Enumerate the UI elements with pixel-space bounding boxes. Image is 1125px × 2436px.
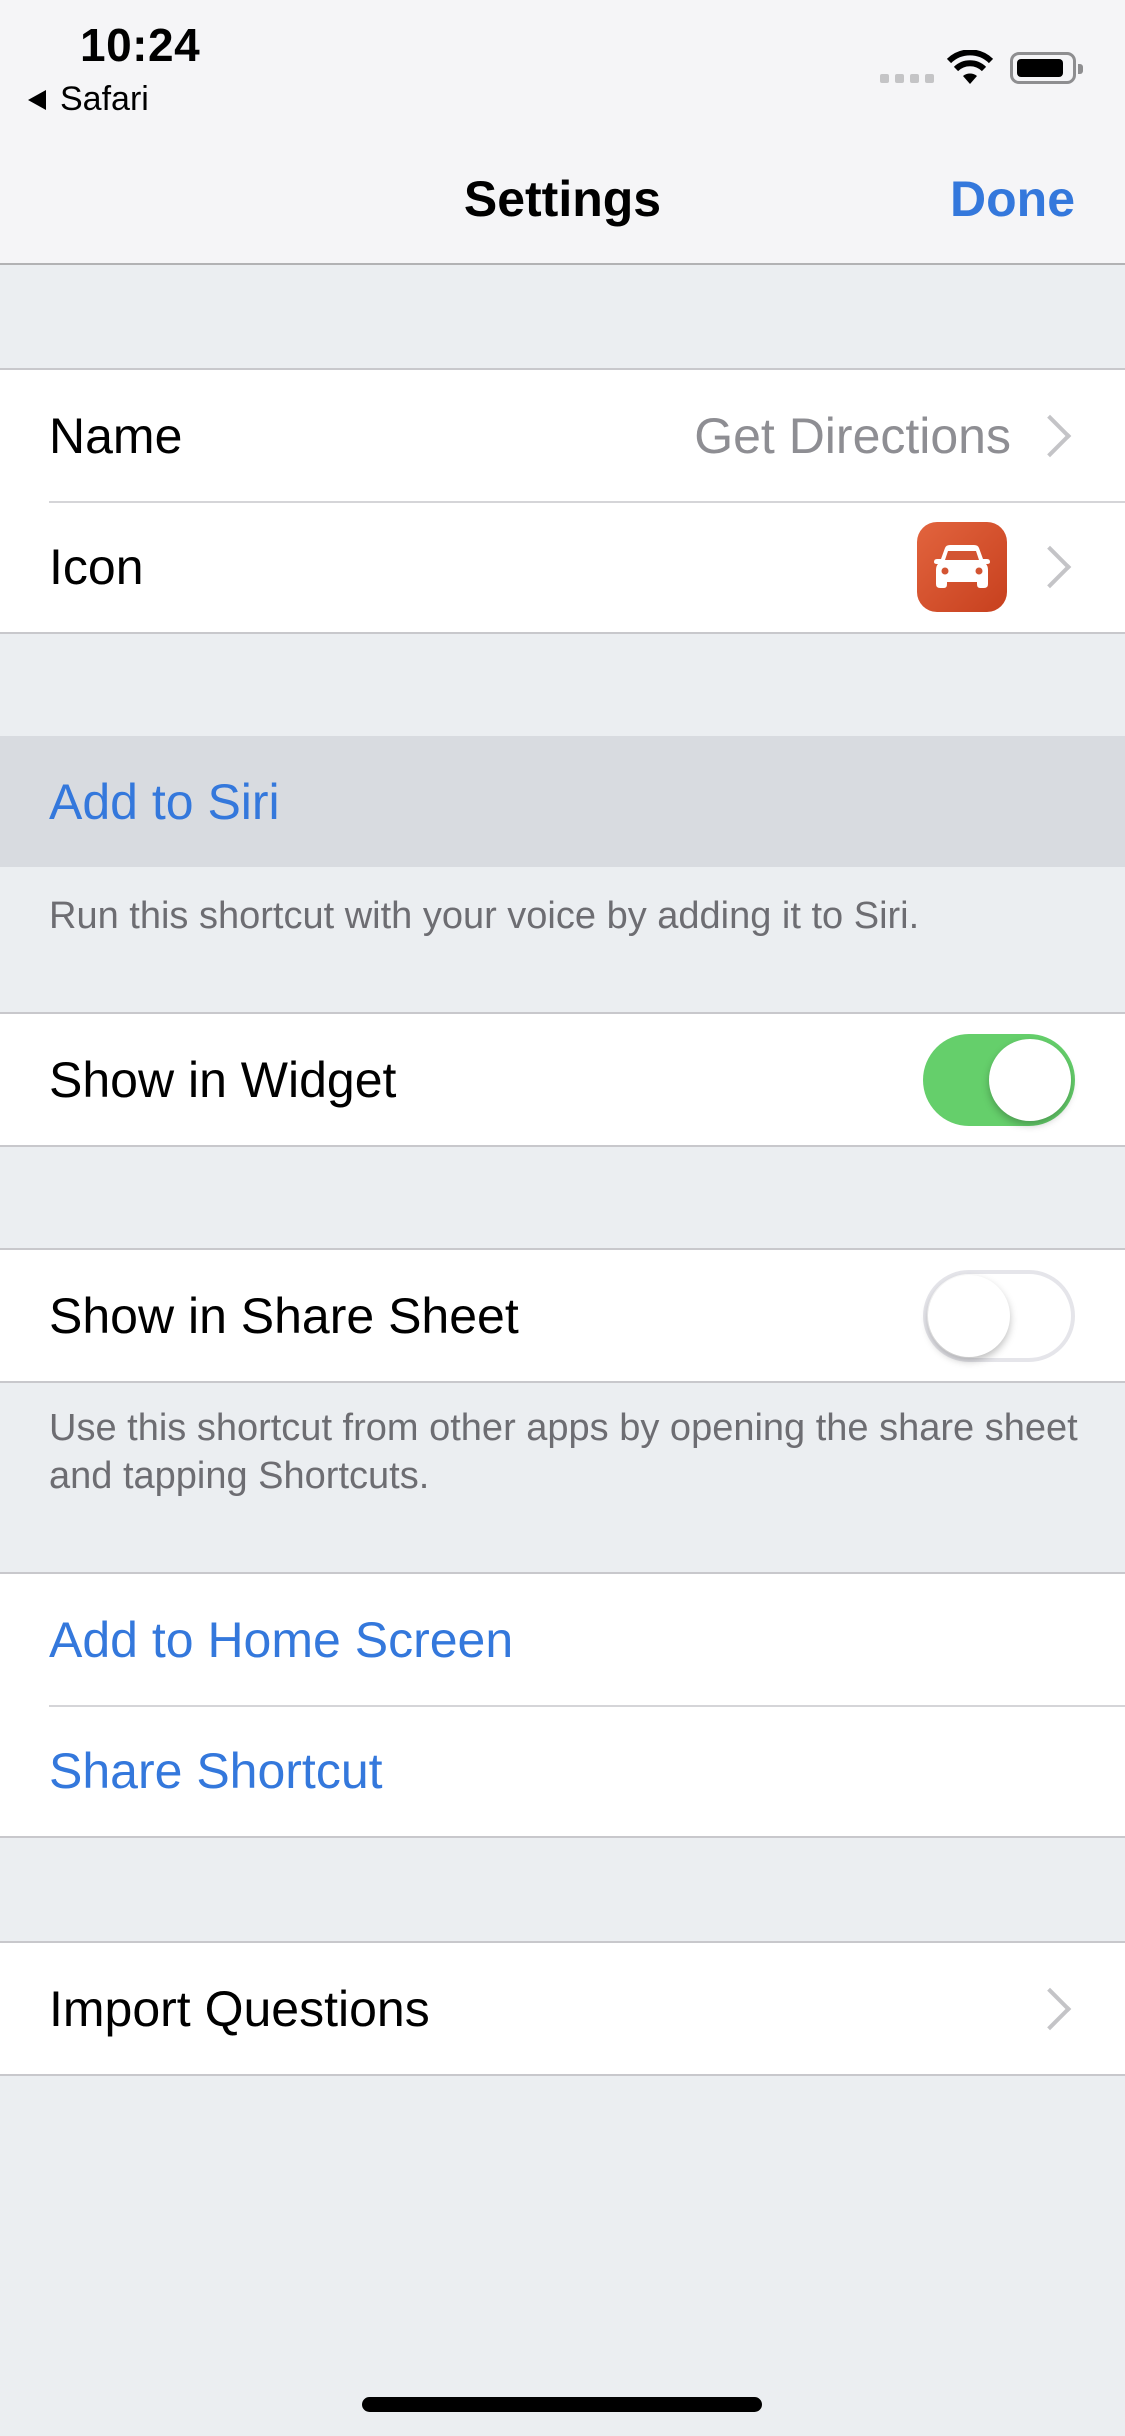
show-in-share-sheet-row: Show in Share Sheet bbox=[0, 1250, 1125, 1381]
chevron-right-icon bbox=[1028, 545, 1072, 588]
signal-dots-icon bbox=[880, 74, 934, 83]
toggle-knob bbox=[989, 1038, 1071, 1121]
wifi-icon bbox=[946, 50, 994, 84]
show-in-widget-row: Show in Widget bbox=[0, 1014, 1125, 1145]
back-app-label: Safari bbox=[60, 80, 149, 118]
show-in-widget-toggle[interactable] bbox=[923, 1033, 1075, 1126]
car-icon bbox=[934, 544, 990, 588]
status-bar: 10:24 Safari bbox=[0, 0, 1125, 140]
navigation-bar: Settings Done bbox=[0, 140, 1125, 265]
siri-footer-text: Run this shortcut with your voice by add… bbox=[49, 895, 920, 937]
done-button[interactable]: Done bbox=[950, 170, 1075, 228]
add-to-home-screen-button[interactable]: Add to Home Screen bbox=[0, 1574, 1125, 1705]
siri-group: Add to Siri bbox=[0, 736, 1125, 867]
widget-group: Show in Widget bbox=[0, 1012, 1125, 1147]
add-to-siri-label: Add to Siri bbox=[49, 773, 280, 830]
back-to-app-button[interactable]: Safari bbox=[28, 80, 149, 119]
show-in-share-sheet-label: Show in Share Sheet bbox=[49, 1287, 519, 1344]
import-questions-row[interactable]: Import Questions bbox=[0, 1943, 1125, 2074]
home-indicator[interactable] bbox=[362, 2397, 762, 2412]
actions-group: Add to Home Screen Share Shortcut bbox=[0, 1572, 1125, 1838]
add-to-siri-button[interactable]: Add to Siri bbox=[0, 736, 1125, 867]
shortcut-icon-preview bbox=[917, 521, 1007, 612]
general-group: Name Get Directions Icon bbox=[0, 368, 1125, 634]
toggle-knob bbox=[928, 1274, 1010, 1357]
share-shortcut-label: Share Shortcut bbox=[49, 1742, 383, 1799]
share-sheet-footer-text: Use this shortcut from other apps by ope… bbox=[49, 1407, 1078, 1497]
battery-icon bbox=[1010, 52, 1083, 84]
share-shortcut-button[interactable]: Share Shortcut bbox=[0, 1705, 1125, 1836]
back-triangle-icon bbox=[28, 89, 46, 110]
import-group: Import Questions bbox=[0, 1941, 1125, 2076]
name-value: Get Directions bbox=[694, 407, 1011, 464]
icon-label: Icon bbox=[49, 538, 144, 595]
icon-row[interactable]: Icon bbox=[0, 501, 1125, 632]
name-label: Name bbox=[49, 407, 183, 464]
import-questions-label: Import Questions bbox=[49, 1980, 430, 2037]
show-in-share-sheet-toggle[interactable] bbox=[923, 1269, 1075, 1362]
name-row[interactable]: Name Get Directions bbox=[0, 370, 1125, 501]
status-time: 10:24 bbox=[80, 19, 201, 71]
chevron-right-icon bbox=[1028, 1987, 1072, 2030]
share-sheet-group: Show in Share Sheet bbox=[0, 1248, 1125, 1383]
show-in-widget-label: Show in Widget bbox=[49, 1051, 397, 1108]
chevron-right-icon bbox=[1028, 414, 1072, 457]
add-to-home-screen-label: Add to Home Screen bbox=[49, 1611, 514, 1668]
